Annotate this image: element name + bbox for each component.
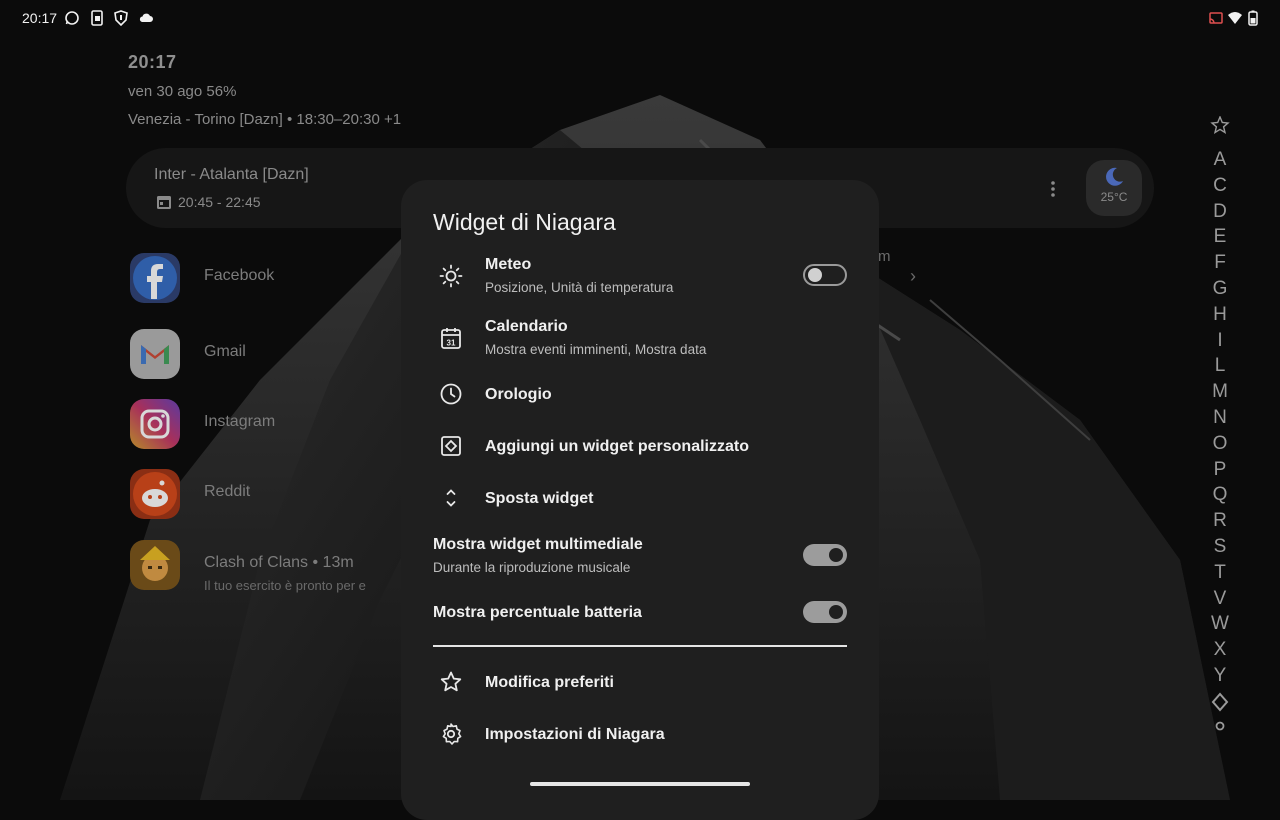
home-clock[interactable]: 20:17 — [128, 52, 177, 73]
alphabet-letter[interactable]: O — [1204, 431, 1236, 457]
widget-settings-sheet: Widget di Niagara Meteo Posizione, Unità… — [401, 180, 879, 820]
star-icon — [440, 671, 462, 692]
row-add-custom-widget[interactable]: Aggiungi un widget personalizzato — [433, 432, 847, 462]
alphabet-letter[interactable]: L — [1204, 353, 1236, 379]
row-subtitle: Posizione, Unità di temperatura — [485, 280, 674, 295]
app-notification-text: Il tuo esercito è pronto per e — [204, 578, 366, 593]
alphabet-letter[interactable]: N — [1204, 405, 1236, 431]
cast-icon — [1209, 12, 1223, 24]
row-title: Meteo — [485, 256, 532, 273]
app-gmail[interactable]: Gmail — [130, 329, 430, 379]
alphabet-letter[interactable]: Y — [1204, 663, 1236, 689]
row-title: Aggiungi un widget personalizzato — [485, 438, 749, 455]
app-clash-of-clans[interactable]: Clash of Clans • 13m Il tuo esercito è p… — [130, 540, 430, 593]
status-bar: 20:17 — [0, 0, 1280, 36]
row-battery-percentage[interactable]: Mostra percentuale batteria — [433, 600, 847, 630]
circle-icon[interactable] — [1204, 720, 1236, 734]
more-options-icon[interactable] — [1049, 180, 1057, 198]
alphabet-letter[interactable]: I — [1204, 328, 1236, 354]
alphabet-letter[interactable]: X — [1204, 637, 1236, 663]
row-title: Orologio — [485, 386, 552, 403]
alphabet-letter[interactable]: V — [1204, 586, 1236, 612]
facebook-icon — [130, 253, 180, 303]
alphabet-letter[interactable]: T — [1204, 560, 1236, 586]
row-calendario[interactable]: 31 Calendario Mostra eventi imminenti, M… — [433, 316, 847, 362]
weather-chip[interactable]: 25°C — [1086, 160, 1142, 216]
partial-text: m — [878, 248, 891, 265]
weather-temperature: 25°C — [1100, 190, 1128, 204]
gmail-icon — [130, 329, 180, 379]
clash-of-clans-icon — [130, 540, 180, 590]
calendar-icon: 31 — [441, 328, 461, 349]
battery-icon — [1248, 10, 1258, 26]
whatsapp-icon — [65, 11, 79, 25]
event-time: 20:45 - 22:45 — [178, 194, 261, 210]
calendar-small-icon — [157, 196, 171, 209]
app-label: Facebook — [204, 267, 275, 284]
media-widget-toggle[interactable] — [803, 544, 847, 566]
app-label: Reddit — [204, 483, 251, 500]
row-orologio[interactable]: Orologio — [433, 380, 847, 410]
alphabet-letter[interactable]: W — [1204, 611, 1236, 637]
reddit-icon — [130, 469, 180, 519]
phone-screen-icon — [91, 10, 103, 26]
event-title: Inter - Atalanta [Dazn] — [154, 166, 309, 183]
alphabet-letters: ACDEFGHILMNOPQRSTVWXY — [1204, 147, 1236, 689]
app-instagram[interactable]: Instagram — [130, 399, 430, 449]
sheet-title: Widget di Niagara — [433, 209, 616, 235]
app-label: Clash of Clans • 13m — [204, 554, 354, 571]
move-vertical-icon — [446, 489, 456, 507]
row-title: Sposta widget — [485, 490, 594, 507]
row-title: Mostra widget multimediale — [433, 536, 643, 553]
diamond-icon[interactable] — [1204, 689, 1236, 715]
add-widget-icon — [441, 436, 461, 456]
favorites-star-icon[interactable] — [1204, 115, 1236, 134]
row-title: Mostra percentuale batteria — [433, 604, 642, 621]
row-edit-favorites[interactable]: Modifica preferiti — [433, 668, 847, 698]
alphabet-letter[interactable]: P — [1204, 457, 1236, 483]
app-label: Instagram — [204, 413, 276, 430]
gesture-nav-handle[interactable] — [530, 782, 750, 786]
alphabet-letter[interactable]: F — [1204, 250, 1236, 276]
app-label: Gmail — [204, 343, 246, 360]
svg-text:31: 31 — [447, 339, 456, 348]
next-event-line[interactable]: Venezia - Torino [Dazn] • 18:30–20:30 +1 — [128, 111, 401, 128]
row-title: Impostazioni di Niagara — [485, 726, 665, 743]
shield-icon — [114, 10, 128, 26]
row-media-widget[interactable]: Mostra widget multimediale Durante la ri… — [433, 534, 847, 580]
row-title: Calendario — [485, 318, 568, 335]
sun-icon — [439, 264, 463, 288]
app-reddit[interactable]: Reddit — [130, 469, 430, 519]
alphabet-letter[interactable]: A — [1204, 147, 1236, 173]
alphabet-letter[interactable]: M — [1204, 379, 1236, 405]
row-move-widget[interactable]: Sposta widget — [433, 484, 847, 514]
instagram-icon — [130, 399, 180, 449]
app-facebook[interactable]: Facebook — [130, 253, 430, 303]
alphabet-letter[interactable]: H — [1204, 302, 1236, 328]
alphabet-letter[interactable]: C — [1204, 173, 1236, 199]
cloud-icon — [139, 13, 153, 22]
battery-percentage-toggle[interactable] — [803, 601, 847, 623]
alphabet-letter[interactable]: E — [1204, 224, 1236, 250]
moon-icon — [1106, 167, 1123, 186]
wifi-icon — [1228, 12, 1242, 24]
row-meteo[interactable]: Meteo Posizione, Unità di temperatura — [433, 254, 847, 300]
row-niagara-settings[interactable]: Impostazioni di Niagara — [433, 720, 847, 750]
alphabet-letter[interactable]: G — [1204, 276, 1236, 302]
alphabet-letter[interactable]: Q — [1204, 482, 1236, 508]
meteo-toggle[interactable] — [803, 264, 847, 286]
row-title: Modifica preferiti — [485, 674, 614, 691]
date-battery-line: ven 30 ago 56% — [128, 83, 237, 100]
alphabet-letter[interactable]: D — [1204, 199, 1236, 225]
row-subtitle: Durante la riproduzione musicale — [433, 560, 631, 575]
chevron-right-icon[interactable]: › — [910, 266, 916, 287]
alphabet-letter[interactable]: S — [1204, 534, 1236, 560]
settings-gear-icon — [442, 723, 462, 745]
clock-icon — [440, 383, 462, 405]
divider — [433, 645, 847, 647]
row-subtitle: Mostra eventi imminenti, Mostra data — [485, 342, 707, 357]
alphabet-scroller[interactable]: ACDEFGHILMNOPQRSTVWXY — [1204, 115, 1236, 739]
status-time: 20:17 — [22, 10, 58, 26]
alphabet-letter[interactable]: R — [1204, 508, 1236, 534]
